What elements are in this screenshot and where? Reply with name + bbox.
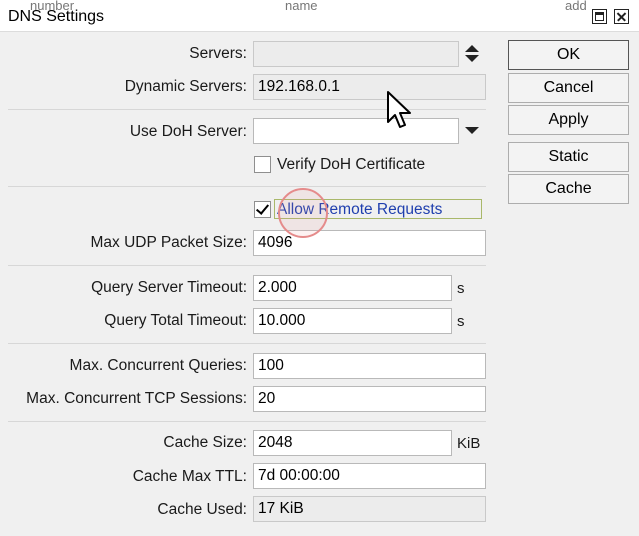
use-doh-server-input[interactable]: [253, 118, 459, 144]
allow-remote-checkbox[interactable]: [254, 201, 271, 218]
query-total-timeout-input[interactable]: 10.000: [253, 308, 452, 334]
dynamic-servers-field: 192.168.0.1: [253, 74, 486, 100]
separator: [8, 265, 486, 266]
query-server-timeout-label: Query Server Timeout:: [91, 279, 247, 296]
static-button[interactable]: Static: [508, 142, 629, 172]
verify-doh-checkbox[interactable]: [254, 156, 271, 173]
separator: [8, 421, 486, 422]
servers-input[interactable]: [253, 41, 459, 67]
title-bar: number name add DNS Settings: [0, 0, 639, 32]
apply-button[interactable]: Apply: [508, 105, 629, 135]
query-total-timeout-label: Query Total Timeout:: [104, 312, 247, 329]
maximize-icon[interactable]: [592, 9, 607, 24]
max-concurrent-queries-label: Max. Concurrent Queries:: [69, 357, 247, 374]
max-udp-label: Max UDP Packet Size:: [90, 234, 248, 251]
move-up-icon[interactable]: [465, 45, 479, 52]
cache-max-ttl-input[interactable]: 7d 00:00:00: [253, 463, 486, 489]
seconds-unit: s: [457, 313, 465, 330]
cache-max-ttl-label: Cache Max TTL:: [132, 468, 247, 485]
close-icon[interactable]: [614, 9, 629, 24]
max-concurrent-tcp-input[interactable]: 20: [253, 386, 486, 412]
separator: [8, 343, 486, 344]
cache-size-input[interactable]: 2048: [253, 430, 452, 456]
mouse-cursor-icon: [387, 91, 411, 128]
cache-used-field: 17 KiB: [253, 496, 486, 522]
dropdown-arrow-icon[interactable]: [465, 127, 479, 134]
cache-used-label: Cache Used:: [157, 501, 247, 518]
move-down-icon[interactable]: [465, 55, 479, 62]
cancel-button[interactable]: Cancel: [508, 73, 629, 103]
servers-label: Servers:: [189, 45, 247, 62]
verify-doh-label: Verify DoH Certificate: [277, 156, 426, 173]
separator: [8, 109, 486, 110]
use-doh-server-label: Use DoH Server:: [129, 123, 247, 140]
window-title: DNS Settings: [8, 8, 105, 25]
max-concurrent-queries-input[interactable]: 100: [253, 353, 486, 379]
ok-button[interactable]: OK: [508, 40, 629, 70]
separator: [8, 186, 486, 187]
seconds-unit: s: [457, 280, 465, 297]
max-concurrent-tcp-label: Max. Concurrent TCP Sessions:: [26, 390, 247, 407]
kib-unit: KiB: [457, 435, 481, 452]
background-column-header: name: [285, 0, 318, 13]
click-highlight: [278, 188, 328, 238]
dynamic-servers-label: Dynamic Servers:: [124, 78, 247, 95]
max-udp-input[interactable]: 4096: [253, 230, 486, 256]
cache-size-label: Cache Size:: [163, 434, 247, 451]
query-server-timeout-input[interactable]: 2.000: [253, 275, 452, 301]
checkmark-icon: [255, 201, 270, 215]
cache-button[interactable]: Cache: [508, 174, 629, 204]
background-column-header: add: [565, 0, 587, 13]
